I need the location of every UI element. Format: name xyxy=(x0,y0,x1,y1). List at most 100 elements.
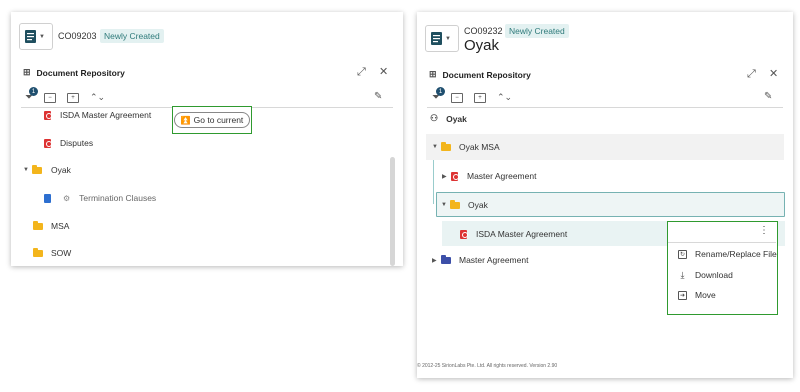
row-label: ISDA Master Agreement xyxy=(476,229,568,239)
filter-icon[interactable]: ⏷ 1 xyxy=(432,87,445,103)
download-icon: ⤓ xyxy=(680,269,685,280)
tree-row-isda: ISDA Master Agreement xyxy=(460,229,567,239)
tree-row-oyak[interactable]: ▼ Oyak xyxy=(23,164,71,175)
edit-icon[interactable]: ✎ xyxy=(374,91,382,102)
expand-all-icon[interactable]: + xyxy=(67,92,79,103)
chevron-down-icon: ▼ xyxy=(39,33,45,40)
folder-icon xyxy=(32,164,42,174)
entity-icon: ⚇ xyxy=(430,113,439,123)
pdf-icon xyxy=(44,110,52,120)
caret-right-icon: ▶ xyxy=(442,173,447,180)
left-panel: ▼ CO09203 Newly Created ⊞ Document Repos… xyxy=(11,12,403,266)
repo-title: Document Repository xyxy=(36,67,125,78)
close-icon[interactable]: ✕ xyxy=(769,67,778,80)
document-icon xyxy=(25,30,36,43)
tree-row-disputes[interactable]: Disputes xyxy=(44,138,93,148)
entity-label: Oyak xyxy=(446,113,467,124)
repo-toolbar: ⏷ 1 − + ⌃⌄ xyxy=(25,87,105,103)
link-icon: ⚙ xyxy=(63,193,71,203)
tree-row-isda[interactable]: ISDA Master Agreement xyxy=(44,110,151,120)
tree-row-oyak-msa-content: ▼ Oyak MSA xyxy=(432,141,500,152)
entity-row: ⚇ Oyak xyxy=(430,113,467,124)
caret-right-icon: ▶ xyxy=(432,257,437,264)
chevron-down-icon: ▼ xyxy=(445,35,451,42)
document-type-button[interactable]: ▼ xyxy=(19,23,53,50)
expand-all-icon[interactable]: + xyxy=(474,92,486,103)
divider xyxy=(427,107,783,108)
tree-row-oyak-selected[interactable] xyxy=(436,192,785,217)
repo-header: ⊞ Document Repository xyxy=(23,67,125,78)
row-label: Oyak MSA xyxy=(459,142,500,152)
caret-down-icon: ▼ xyxy=(441,202,447,208)
caret-down-icon: ▼ xyxy=(23,167,29,173)
menu-label: Move xyxy=(695,290,716,300)
folder-icon xyxy=(441,254,451,264)
go-to-current-highlight: ⏫ Go to current xyxy=(172,106,252,134)
go-to-current-button[interactable]: ⏫ Go to current xyxy=(173,112,251,128)
sort-icon[interactable]: ⌃⌄ xyxy=(90,92,105,103)
row-label: Disputes xyxy=(60,138,94,148)
contract-code: CO09232 xyxy=(464,26,503,36)
row-label: Termination Clauses xyxy=(79,193,157,203)
filter-count-badge: 1 xyxy=(29,87,38,96)
row-label: MSA xyxy=(51,221,70,231)
menu-item-download[interactable]: ⤓ Download xyxy=(678,269,733,281)
scrollbar[interactable] xyxy=(390,157,395,266)
row-label: ISDA Master Agreement xyxy=(60,110,152,120)
collapse-all-icon[interactable]: − xyxy=(44,92,56,103)
word-doc-icon xyxy=(44,193,51,203)
caret-down-icon: ▼ xyxy=(432,144,438,150)
menu-label: Download xyxy=(695,270,733,280)
pdf-icon xyxy=(460,229,468,239)
row-label: Master Agreement xyxy=(459,255,529,265)
rename-icon: ↻ xyxy=(678,249,687,259)
document-icon xyxy=(431,32,442,45)
tree-connector xyxy=(433,160,434,204)
menu-label: Rename/Replace File xyxy=(695,249,777,259)
row-label: Master Agreement xyxy=(467,171,537,181)
row-label: Oyak xyxy=(468,200,488,210)
document-type-button[interactable]: ▼ xyxy=(425,25,459,52)
repo-header: ⊞ Document Repository xyxy=(429,69,531,80)
contract-code: CO09203 xyxy=(58,31,97,41)
context-menu: ⋮ ↻ Rename/Replace File ⤓ Download ➜ Mov… xyxy=(667,221,778,315)
pdf-icon xyxy=(44,138,52,148)
footer-copyright: © 2012-25 SirionLabs Pte. Ltd. All right… xyxy=(417,363,558,369)
status-badge: Newly Created xyxy=(505,24,569,38)
right-panel: ▼ CO09232 Newly Created Oyak ⊞ Document … xyxy=(417,12,793,378)
tree-icon: ⊞ xyxy=(429,69,437,79)
folder-icon xyxy=(441,141,451,151)
edit-icon[interactable]: ✎ xyxy=(764,91,772,102)
expand-icon[interactable]: ⤢ xyxy=(357,66,366,79)
tree-row-sow[interactable]: SOW xyxy=(33,247,72,258)
filter-icon[interactable]: ⏷ 1 xyxy=(25,87,38,103)
pdf-icon xyxy=(451,171,459,181)
filter-count-badge: 1 xyxy=(436,87,445,96)
folder-icon xyxy=(33,247,43,257)
tree-row-oyak-content: ▼ Oyak xyxy=(441,199,488,210)
folder-icon xyxy=(450,199,460,209)
repo-title: Document Repository xyxy=(442,69,531,80)
row-label: SOW xyxy=(51,248,72,258)
expand-icon[interactable]: ⤢ xyxy=(747,68,756,81)
collapse-all-icon[interactable]: − xyxy=(451,92,463,103)
kebab-icon[interactable]: ⋮ xyxy=(759,225,769,236)
menu-item-rename[interactable]: ↻ Rename/Replace File xyxy=(678,249,777,259)
tree-icon: ⊞ xyxy=(23,67,31,77)
menu-divider xyxy=(668,242,776,243)
double-chevron-up-icon: ⏫ xyxy=(180,115,191,125)
tree-row-master-agreement-2[interactable]: ▶ Master Agreement xyxy=(432,254,529,265)
sort-icon[interactable]: ⌃⌄ xyxy=(497,92,512,103)
folder-icon xyxy=(33,220,43,230)
menu-item-move[interactable]: ➜ Move xyxy=(678,290,716,300)
close-icon[interactable]: ✕ xyxy=(379,65,388,78)
tree-row-msa[interactable]: MSA xyxy=(33,220,70,231)
row-label: Oyak xyxy=(51,165,71,175)
tree-row-termination[interactable]: ⚙ Termination Clauses xyxy=(44,193,156,203)
go-to-current-label: Go to current xyxy=(193,115,244,125)
page-title: Oyak xyxy=(464,37,500,54)
tree-row-master-agreement[interactable]: ▶ Master Agreement xyxy=(442,171,536,181)
status-badge: Newly Created xyxy=(100,29,164,43)
repo-toolbar: ⏷ 1 − + ⌃⌄ xyxy=(432,87,512,103)
move-icon: ➜ xyxy=(678,290,687,300)
